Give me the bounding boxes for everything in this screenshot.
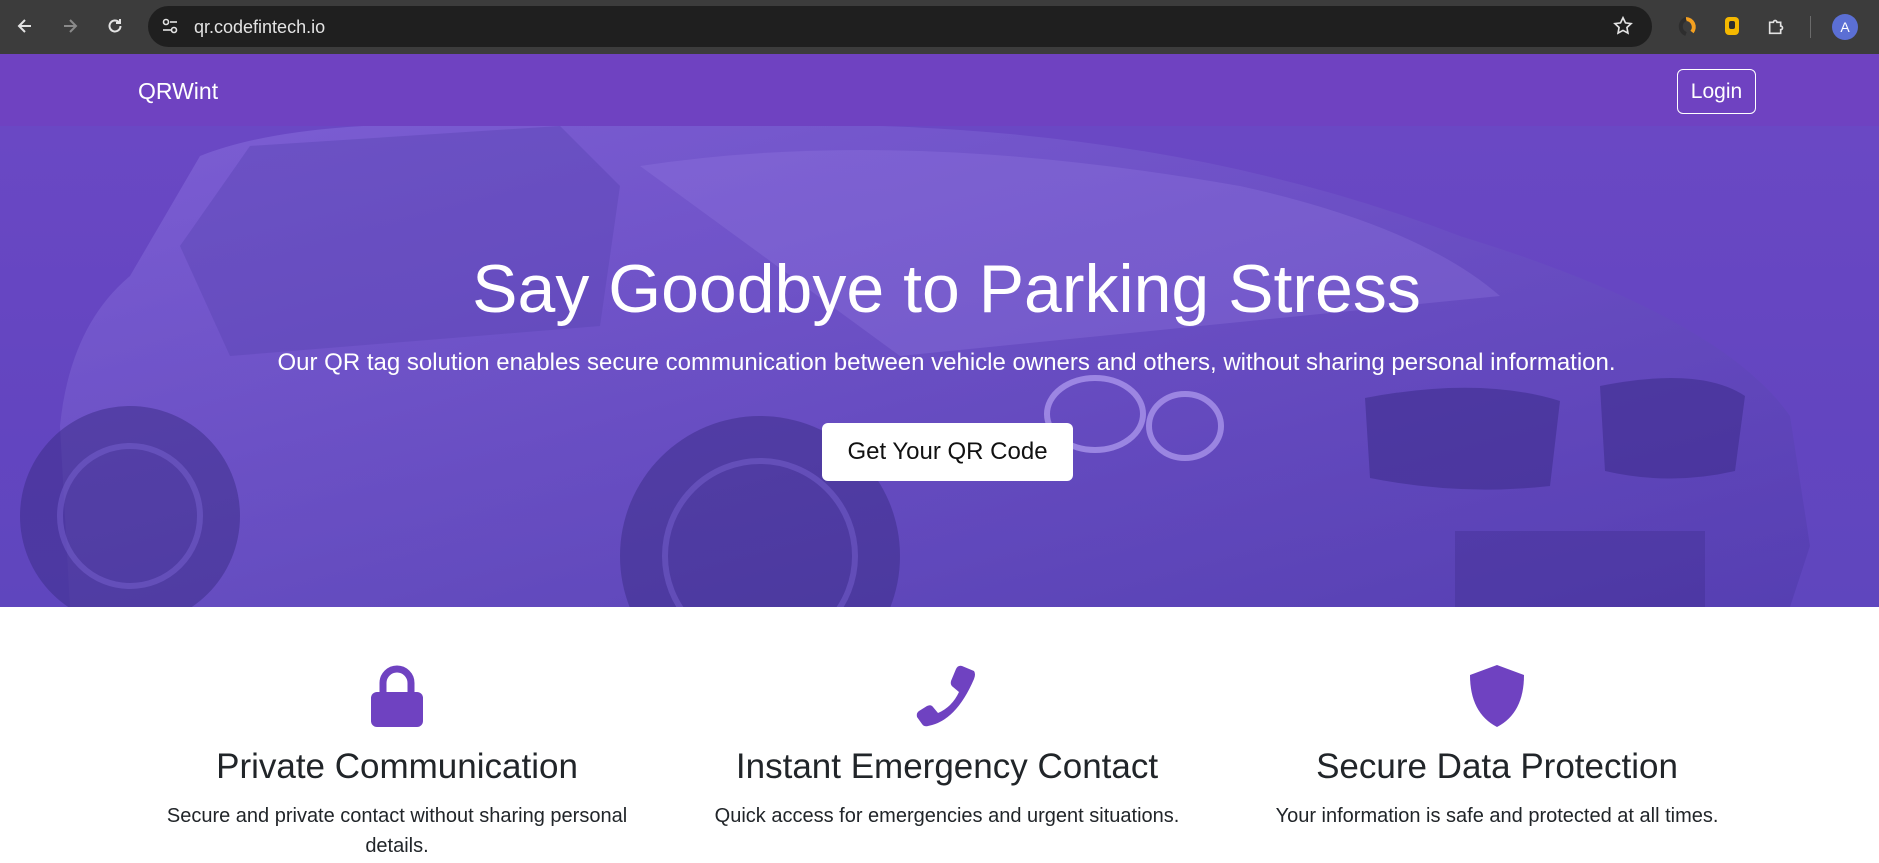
phone-icon — [687, 665, 1207, 727]
site-settings-icon[interactable] — [160, 16, 180, 41]
feature-description: Your information is safe and protected a… — [1275, 805, 1719, 827]
extension-icon[interactable] — [1719, 13, 1745, 39]
feature-description: Secure and private contact without shari… — [166, 805, 628, 857]
brand-logo[interactable]: QRWint — [138, 78, 218, 105]
feature-title: Instant Emergency Contact — [735, 747, 1159, 786]
puzzle-icon[interactable] — [1764, 13, 1790, 39]
feature-title: Private Communication — [216, 747, 578, 786]
login-button[interactable]: Login — [1677, 69, 1756, 114]
bookmark-star-icon[interactable] — [1612, 15, 1634, 42]
hero-subtitle: Our QR tag solution enables secure commu… — [277, 349, 1616, 376]
site-navbar: QRWint Login — [0, 54, 1879, 126]
back-arrow-icon[interactable] — [10, 11, 40, 41]
toolbar-divider — [1810, 16, 1811, 38]
profile-avatar[interactable]: A — [1832, 14, 1858, 40]
feature-description: Quick access for emergencies and urgent … — [714, 805, 1180, 827]
feature-title: Secure Data Protection — [1316, 747, 1678, 786]
shield-icon — [1237, 665, 1757, 727]
browser-toolbar: qr.codefintech.io A — [0, 0, 1879, 54]
lock-icon — [137, 665, 657, 727]
url-text[interactable]: qr.codefintech.io — [194, 17, 325, 38]
reload-icon[interactable] — [100, 11, 130, 41]
forward-arrow-icon[interactable] — [55, 11, 85, 41]
hero-section: Say Goodbye to Parking Stress Our QR tag… — [0, 126, 1879, 607]
address-bar[interactable]: qr.codefintech.io — [148, 6, 1652, 47]
hero-title: Say Goodbye to Parking Stress — [472, 251, 1421, 327]
get-qr-code-button[interactable]: Get Your QR Code — [822, 423, 1073, 481]
features-section: Private Communication Secure and private… — [0, 607, 1879, 863]
extension-icon[interactable] — [1676, 13, 1702, 39]
